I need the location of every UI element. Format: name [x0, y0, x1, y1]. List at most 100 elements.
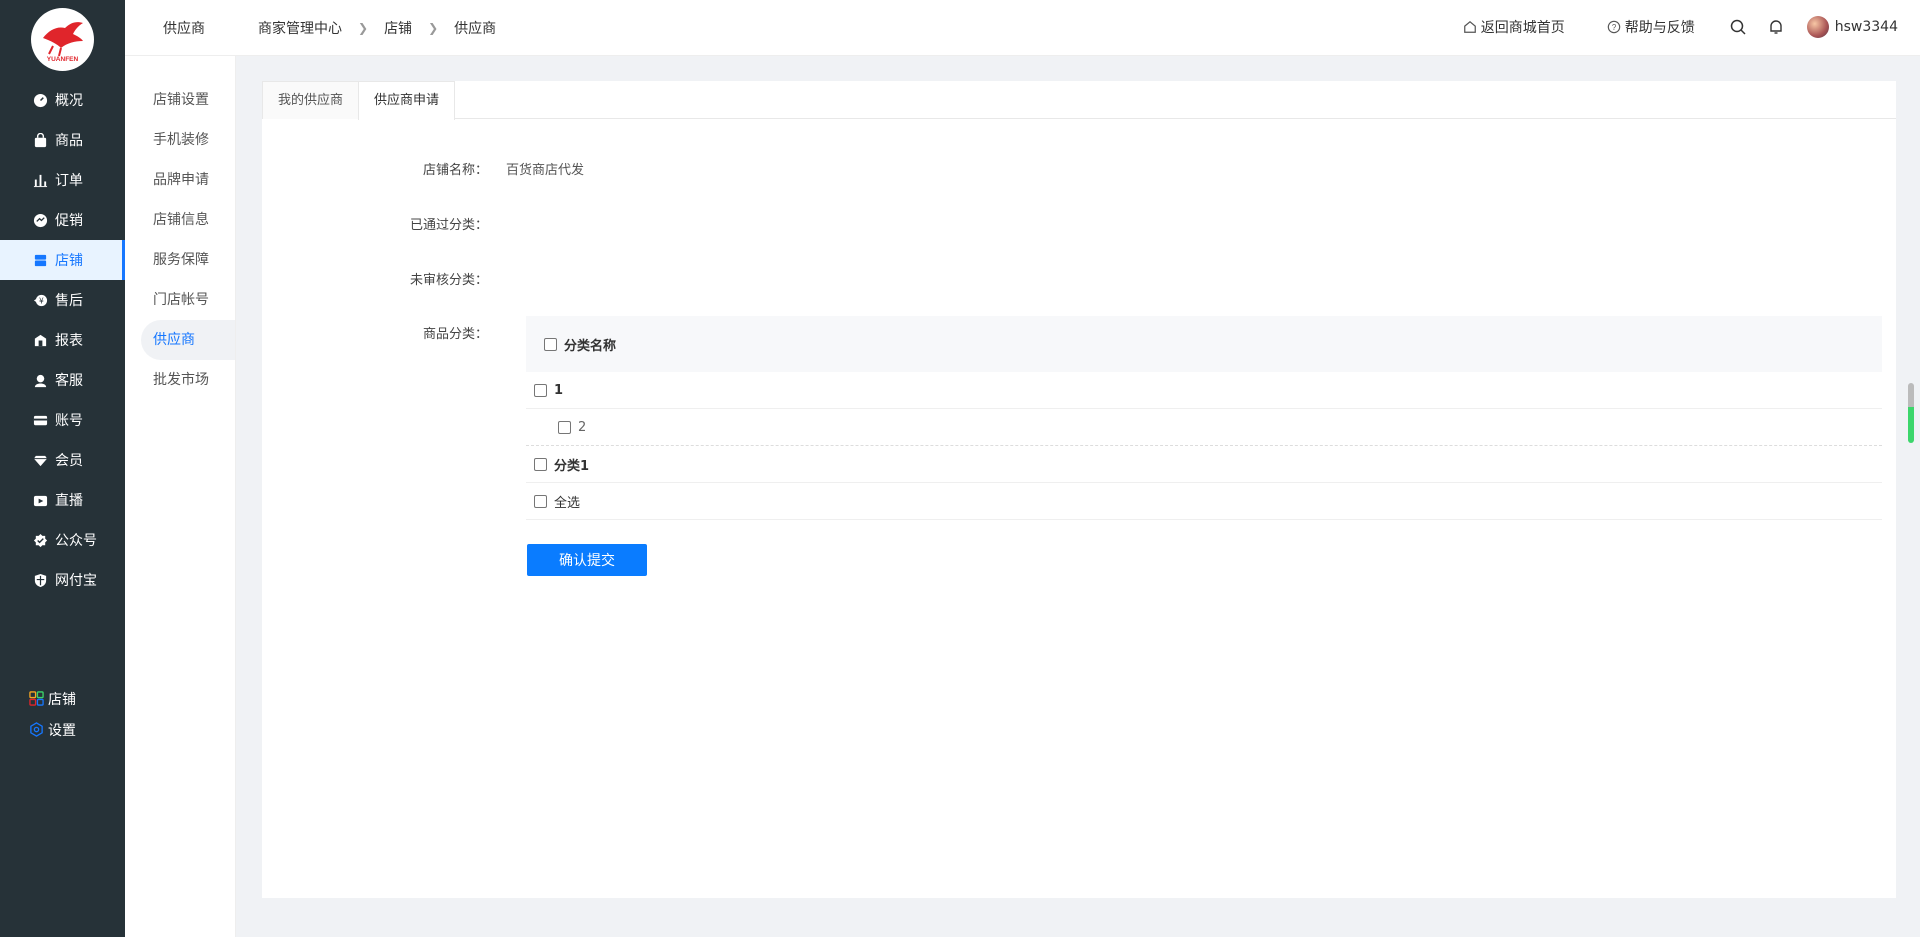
submenu-item-store-info[interactable]: 店铺信息	[125, 200, 235, 240]
sidebar-item-label: 账号	[55, 413, 83, 429]
category-table: 分类名称 1 2 分类1 全选	[526, 316, 1882, 520]
sidebar-bottom-label: 店铺	[48, 691, 76, 708]
submenu-item-mobile-decor[interactable]: 手机装修	[125, 120, 235, 160]
sidebar-item-account[interactable]: 账号	[0, 400, 125, 440]
brand-logo[interactable]: YUANFEN	[31, 8, 94, 71]
approved-category-row: 已通过分类：	[262, 214, 1896, 233]
store-name-row: 店铺名称： 百货商店代发	[262, 159, 1896, 178]
submit-button[interactable]: 确认提交	[527, 544, 647, 576]
svg-text:?: ?	[1612, 23, 1617, 32]
breadcrumb-item[interactable]: 店铺	[384, 18, 412, 38]
sidebar-item-member[interactable]: 会员	[0, 440, 125, 480]
sidebar-item-label: 促销	[55, 213, 83, 229]
sidebar-item-label: 店铺	[55, 253, 83, 269]
help-icon: ?	[1607, 20, 1621, 34]
submenu-item-service[interactable]: 服务保障	[125, 240, 235, 280]
sidebar-item-goods[interactable]: 商品	[0, 120, 125, 160]
chevron-right-icon: ❯	[358, 21, 369, 35]
sidebar-bottom-label: 设置	[48, 722, 76, 739]
category-name: 1	[554, 382, 564, 398]
sidebar-item-label: 售后	[55, 293, 83, 309]
row-checkbox[interactable]	[558, 420, 571, 434]
row-checkbox[interactable]	[534, 457, 547, 471]
approved-category-label: 已通过分类：	[409, 218, 488, 233]
live-icon	[33, 493, 48, 508]
submenu-item-supplier[interactable]: 供应商	[141, 320, 235, 360]
submenu-item-store-settings[interactable]: 店铺设置	[125, 80, 235, 120]
goods-category-label: 商品分类：	[422, 327, 488, 342]
store-name-label: 店铺名称：	[422, 163, 488, 178]
sidebar-item-label: 报表	[55, 333, 83, 349]
category-name: 分类1	[554, 458, 590, 474]
sidebar-item-promo[interactable]: 促销	[0, 200, 125, 240]
sidebar-item-live[interactable]: 直播	[0, 480, 125, 520]
submenu-item-brand-apply[interactable]: 品牌申请	[125, 160, 235, 200]
bag-icon	[33, 132, 48, 148]
report-icon	[33, 333, 48, 348]
submenu-item-wholesale[interactable]: 批发市场	[125, 360, 235, 400]
hex-settings-icon	[29, 722, 44, 737]
breadcrumb: 商家管理中心 ❯ 店铺 ❯ 供应商	[258, 18, 496, 38]
tab-my-suppliers[interactable]: 我的供应商	[262, 81, 360, 119]
sidebar-item-report[interactable]: 报表	[0, 320, 125, 360]
sidebar-bottom-settings[interactable]: 设置	[29, 714, 76, 745]
category-table-header: 分类名称	[526, 316, 1882, 372]
top-bar: 供应商 商家管理中心 ❯ 店铺 ❯ 供应商 返回商城首页 ? 帮助与反馈 hsw…	[125, 0, 1920, 56]
sidebar-item-label: 商品	[55, 133, 83, 149]
sidebar-item-label: 直播	[55, 493, 83, 509]
help-link-label: 帮助与反馈	[1624, 20, 1695, 36]
submenu-item-shop-account[interactable]: 门店帐号	[125, 280, 235, 320]
sidebar-item-label: 会员	[55, 453, 83, 469]
select-all-label: 全选	[554, 495, 581, 511]
select-all-checkbox[interactable]	[534, 494, 547, 508]
sidebar-item-label: 网付宝	[55, 573, 97, 589]
sidebar-item-store[interactable]: 店铺	[0, 240, 125, 280]
sidebar-item-official[interactable]: 公众号	[0, 520, 125, 560]
scroll-indicator[interactable]	[1908, 383, 1914, 443]
search-icon[interactable]	[1729, 18, 1747, 36]
avatar[interactable]	[1806, 16, 1829, 38]
promo-icon	[33, 213, 48, 228]
service-icon	[33, 373, 48, 388]
category-header-label: 分类名称	[564, 338, 617, 354]
sidebar-item-service[interactable]: 客服	[0, 360, 125, 400]
sidebar-bottom: 店铺 设置	[29, 683, 76, 745]
gauge-icon	[33, 93, 48, 108]
svg-text:YUANFEN: YUANFEN	[47, 56, 79, 63]
diamond-icon	[33, 453, 48, 468]
store-name-value: 百货商店代发	[506, 163, 585, 178]
sidebar-item-label: 概况	[55, 93, 83, 109]
home-icon	[1463, 20, 1477, 34]
shield-icon	[33, 573, 48, 588]
chevron-right-icon: ❯	[428, 21, 439, 35]
select-all-row: 全选	[526, 483, 1882, 520]
bell-icon[interactable]	[1767, 18, 1785, 36]
badge-check-icon	[33, 533, 48, 548]
sidebar-item-pay[interactable]: 网付宝	[0, 560, 125, 600]
header-checkbox[interactable]	[544, 337, 557, 351]
breadcrumb-item[interactable]: 商家管理中心	[258, 18, 342, 38]
table-row: 2	[526, 409, 1882, 446]
breadcrumb-item: 供应商	[454, 21, 497, 37]
sidebar-item-aftersale[interactable]: ¥ 售后	[0, 280, 125, 320]
tab-supplier-apply[interactable]: 供应商申请	[358, 81, 456, 120]
main-panel: 我的供应商 供应商申请 店铺名称： 百货商店代发 已通过分类： 未审核分类： 商…	[262, 81, 1896, 898]
sidebar-bottom-store[interactable]: 店铺	[29, 683, 76, 714]
card-icon	[33, 413, 48, 428]
after-sale-icon: ¥	[33, 293, 48, 308]
category-name: 2	[578, 419, 587, 435]
pending-category-label: 未审核分类：	[409, 273, 488, 288]
sidebar-item-orders[interactable]: 订单	[0, 160, 125, 200]
row-checkbox[interactable]	[534, 383, 547, 397]
help-link[interactable]: ? 帮助与反馈	[1607, 17, 1695, 37]
main-sidebar: YUANFEN 概况 商品 订单 促销 店铺 ¥ 售后 报表 客服 账号 会员 …	[0, 0, 125, 937]
home-link[interactable]: 返回商城首页	[1463, 17, 1565, 37]
store-submenu: 店铺设置 手机装修 品牌申请 店铺信息 服务保障 门店帐号 供应商 批发市场	[125, 56, 236, 937]
home-link-label: 返回商城首页	[1480, 20, 1565, 36]
username[interactable]: hsw3344	[1835, 19, 1898, 35]
sidebar-item-overview[interactable]: 概况	[0, 80, 125, 120]
grid-icon	[29, 691, 44, 706]
tab-bar: 我的供应商 供应商申请	[262, 81, 1896, 120]
table-row: 分类1	[526, 446, 1882, 483]
sidebar-item-label: 公众号	[55, 533, 97, 549]
